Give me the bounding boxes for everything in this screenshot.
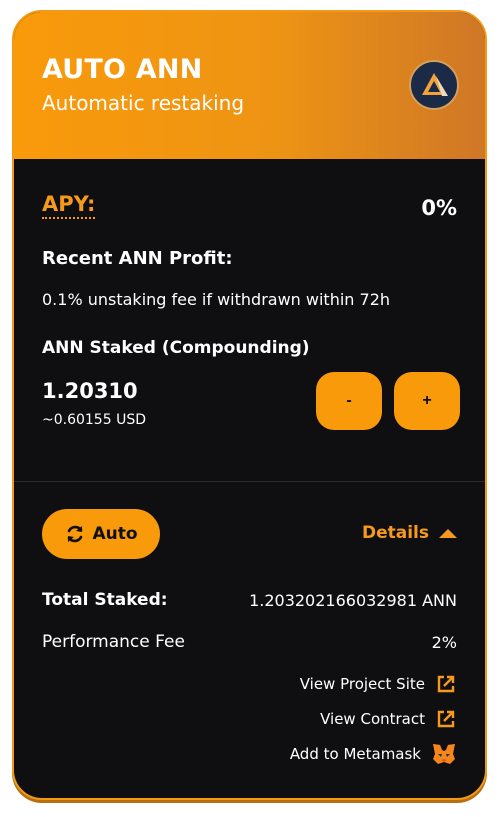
view-contract-label: View Contract: [320, 710, 425, 728]
stake-button[interactable]: +: [394, 372, 460, 430]
unstake-button[interactable]: -: [316, 372, 382, 430]
total-staked-value: 1.203202166032981 ANN: [249, 591, 457, 610]
auto-ann-pool-card: AUTO ANN Automatic restaking APY: 0% Rec…: [12, 10, 487, 800]
pool-title: AUTO ANN: [42, 54, 203, 85]
performance-fee-value: 2%: [431, 633, 457, 652]
metamask-fox-icon: [431, 742, 457, 766]
view-project-site-link[interactable]: View Project Site: [300, 673, 457, 695]
auto-compound-badge: Auto: [42, 509, 160, 559]
staked-usd-value: ~0.60155 USD: [42, 412, 146, 428]
chevron-up-icon: [439, 528, 457, 538]
performance-fee-label: Performance Fee: [42, 632, 185, 652]
ann-token-logo-icon: [409, 60, 459, 110]
unstaking-fee-note: 0.1% unstaking fee if withdrawn within 7…: [42, 290, 391, 309]
apy-value: 0%: [421, 196, 457, 220]
pool-subtitle: Automatic restaking: [42, 91, 245, 115]
external-link-icon: [435, 673, 457, 695]
add-to-metamask-link[interactable]: Add to Metamask: [290, 742, 457, 766]
card-header: AUTO ANN Automatic restaking: [14, 12, 485, 159]
section-divider: [14, 481, 485, 482]
auto-label: Auto: [92, 524, 138, 544]
external-link-icon: [435, 708, 457, 730]
staked-amount: 1.20310: [42, 379, 138, 403]
recent-profit-label: Recent ANN Profit:: [42, 248, 233, 269]
details-label: Details: [361, 523, 429, 543]
details-toggle[interactable]: Details: [362, 523, 457, 543]
sync-icon: [64, 523, 86, 545]
add-to-metamask-label: Add to Metamask: [289, 745, 421, 763]
view-contract-link[interactable]: View Contract: [320, 708, 457, 730]
staked-label: ANN Staked (Compounding): [42, 338, 310, 358]
view-project-site-label: View Project Site: [299, 675, 425, 693]
total-staked-label: Total Staked:: [42, 590, 168, 610]
apy-label[interactable]: APY:: [42, 192, 96, 219]
